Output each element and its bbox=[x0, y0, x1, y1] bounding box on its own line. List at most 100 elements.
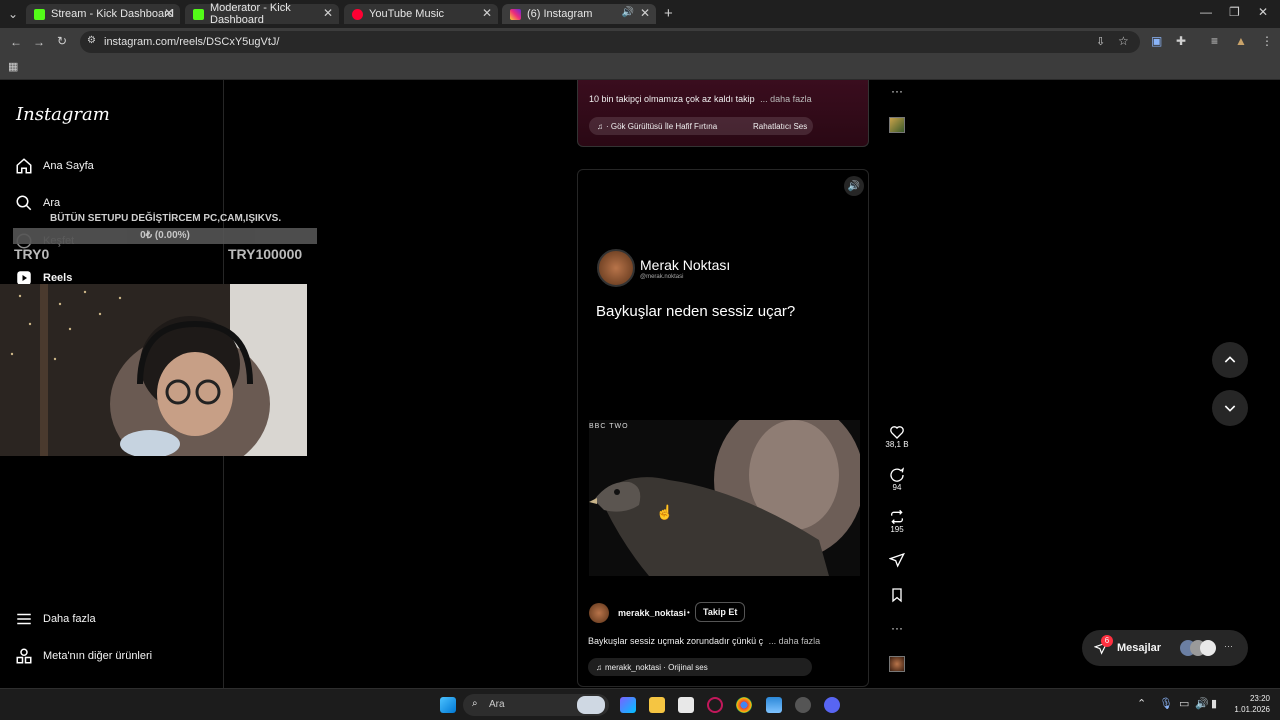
sidebar-item-meta-products[interactable]: Meta'nın diğer ürünleri bbox=[14, 646, 152, 666]
close-icon[interactable]: ✕ bbox=[640, 6, 650, 20]
url-field[interactable]: ⚙ instagram.com/reels/DSCxY5ugVtJ/ ⇩ ☆ bbox=[80, 31, 1140, 53]
media-control-icon[interactable]: ≡ bbox=[1211, 34, 1218, 48]
previous-reel-audio[interactable]: ♫ · Gök Gürültüsü İle Hafif Fırtına Raha… bbox=[589, 117, 813, 135]
repost-button[interactable]: 195 bbox=[884, 509, 910, 534]
instagram-logo[interactable]: Instagram bbox=[16, 104, 110, 125]
more-link[interactable]: ... daha fazla bbox=[760, 94, 812, 104]
sidebar-item-more[interactable]: Daha fazla bbox=[14, 609, 96, 629]
audio-title: merakk_noktasi · Orijinal ses bbox=[605, 662, 708, 672]
reel-audio[interactable]: ♫ merakk_noktasi · Orijinal ses bbox=[588, 658, 812, 676]
follow-button[interactable]: Takip Et bbox=[695, 602, 746, 622]
chrome-icon[interactable] bbox=[736, 697, 752, 713]
forward-icon[interactable]: → bbox=[33, 35, 45, 49]
volume-icon[interactable]: 🔊 bbox=[1195, 697, 1209, 710]
reel-username[interactable]: merakk_noktasi bbox=[618, 608, 686, 618]
sidebar-item-home[interactable]: Ana Sayfa bbox=[14, 156, 94, 176]
profile-avatar[interactable]: ▲ bbox=[1235, 34, 1247, 48]
chevron-up-icon bbox=[1224, 356, 1236, 363]
restore-icon[interactable]: ❐ bbox=[1229, 5, 1240, 19]
reel-video[interactable]: 🔊 Merak Noktası @merak.noktasi Baykuşlar… bbox=[577, 169, 869, 687]
save-button[interactable] bbox=[884, 587, 910, 603]
reel-audio-thumb[interactable] bbox=[884, 656, 910, 672]
close-icon[interactable]: ✕ bbox=[164, 6, 174, 20]
more-options-icon[interactable]: ··· bbox=[884, 621, 910, 635]
network-icon[interactable]: ▭ bbox=[1179, 697, 1189, 710]
file-explorer-icon[interactable] bbox=[649, 697, 665, 713]
bookmark-star-icon[interactable]: ☆ bbox=[1118, 34, 1129, 48]
previous-reel-audio-thumb[interactable] bbox=[884, 117, 910, 133]
music-note-icon: ♫ bbox=[596, 662, 602, 672]
battery-icon[interactable]: ▮ bbox=[1211, 697, 1217, 710]
sidebar-item-label: Meta'nın diğer ürünleri bbox=[43, 650, 153, 662]
caption-text: Baykuşlar sessiz uçmak zorundadır çünkü … bbox=[588, 636, 764, 646]
tray-overflow-icon[interactable]: ⌃ bbox=[1137, 697, 1146, 710]
home-icon bbox=[14, 156, 34, 176]
new-tab-icon[interactable]: + bbox=[664, 5, 673, 22]
clock[interactable]: 23:20 1.01.2026 bbox=[1230, 693, 1270, 715]
search-placeholder: Ara bbox=[489, 699, 505, 710]
instagram-page: Instagram Ana Sayfa Ara Keşfet Reels bbox=[0, 80, 1280, 688]
repost-count: 195 bbox=[890, 525, 904, 534]
donation-goal-min: TRY0 bbox=[14, 246, 50, 262]
unread-badge: 6 bbox=[1101, 635, 1113, 647]
opera-gx-icon[interactable] bbox=[707, 697, 723, 713]
owl-video-frame: BBC TWO bbox=[589, 420, 860, 576]
clock-time: 23:20 bbox=[1249, 694, 1270, 703]
previous-reel-button[interactable] bbox=[1212, 342, 1248, 378]
tab-stream-kick[interactable]: Stream - Kick Dashboard ✕ bbox=[26, 4, 180, 24]
search-icon: ⌕ bbox=[472, 698, 478, 709]
translate-icon[interactable]: ▣ bbox=[1151, 34, 1162, 48]
microphone-icon[interactable]: 🎙 bbox=[1159, 697, 1173, 710]
copilot-icon[interactable] bbox=[620, 697, 636, 713]
hand-cursor-icon: ☝ bbox=[656, 504, 674, 520]
photos-icon[interactable] bbox=[766, 697, 782, 713]
audio-thumbnail bbox=[889, 117, 905, 133]
close-icon[interactable]: ✕ bbox=[323, 6, 333, 20]
previous-reel-more-icon[interactable]: ··· bbox=[884, 84, 910, 98]
obs-icon[interactable] bbox=[795, 697, 811, 713]
back-icon[interactable]: ← bbox=[10, 35, 22, 49]
tab-title: Stream - Kick Dashboard bbox=[51, 8, 174, 20]
reload-icon[interactable]: ↻ bbox=[57, 34, 67, 48]
tab-search-icon[interactable]: ⌄ bbox=[8, 7, 18, 21]
next-reel-button[interactable] bbox=[1212, 390, 1248, 426]
tab-title: (6) Instagram bbox=[527, 8, 593, 20]
tab-moderator-kick[interactable]: Moderator - Kick Dashboard ✕ bbox=[185, 2, 339, 26]
bookmark-icon bbox=[892, 588, 902, 603]
previous-reel[interactable]: 10 bin takipçi olmamıza çok az kaldı tak… bbox=[577, 80, 869, 147]
close-icon[interactable]: ✕ bbox=[482, 6, 492, 20]
clock-date: 1.01.2026 bbox=[1234, 705, 1270, 714]
comment-icon bbox=[890, 467, 905, 482]
user-avatar[interactable] bbox=[589, 603, 609, 623]
meta-products-icon bbox=[14, 646, 34, 666]
speaker-icon: 🔊 bbox=[847, 180, 861, 192]
speaker-icon[interactable]: 🔊 bbox=[622, 7, 634, 18]
windows-start-icon[interactable] bbox=[440, 697, 456, 713]
minimize-icon[interactable]: — bbox=[1200, 5, 1212, 19]
channel-avatar bbox=[597, 249, 635, 287]
more-link[interactable]: ... daha fazla bbox=[769, 636, 821, 646]
share-button[interactable] bbox=[884, 552, 910, 568]
mute-toggle[interactable]: 🔊 bbox=[844, 176, 864, 196]
comment-button[interactable]: 94 bbox=[884, 467, 910, 492]
tab-youtube-music[interactable]: YouTube Music ✕ bbox=[344, 4, 498, 24]
messages-button[interactable]: 6 Mesajlar ··· bbox=[1082, 630, 1248, 666]
sidebar-item-label: Daha fazla bbox=[43, 613, 96, 625]
url-text: instagram.com/reels/DSCxY5ugVtJ/ bbox=[104, 36, 280, 48]
microsoft-store-icon[interactable] bbox=[678, 697, 694, 713]
discord-icon[interactable] bbox=[824, 697, 840, 713]
taskbar-search[interactable]: ⌕ Ara bbox=[463, 694, 609, 716]
tab-instagram[interactable]: (6) Instagram 🔊 ✕ bbox=[502, 4, 656, 24]
channel-name: Merak Noktası bbox=[640, 257, 731, 273]
site-info-icon[interactable]: ⚙ bbox=[87, 35, 96, 46]
like-button[interactable]: 38,1 B bbox=[884, 424, 910, 449]
install-app-icon[interactable]: ⇩ bbox=[1096, 35, 1105, 48]
chrome-menu-icon[interactable]: ⋮ bbox=[1261, 34, 1273, 48]
heart-icon bbox=[890, 426, 904, 439]
menu-icon bbox=[14, 609, 34, 629]
close-window-icon[interactable]: ✕ bbox=[1258, 5, 1268, 19]
sidebar-item-search[interactable]: Ara bbox=[14, 193, 60, 213]
sidebar-item-label: Reels bbox=[43, 272, 73, 284]
apps-grid-icon[interactable]: ▦ bbox=[8, 60, 18, 73]
extensions-icon[interactable]: ✚ bbox=[1176, 34, 1186, 48]
